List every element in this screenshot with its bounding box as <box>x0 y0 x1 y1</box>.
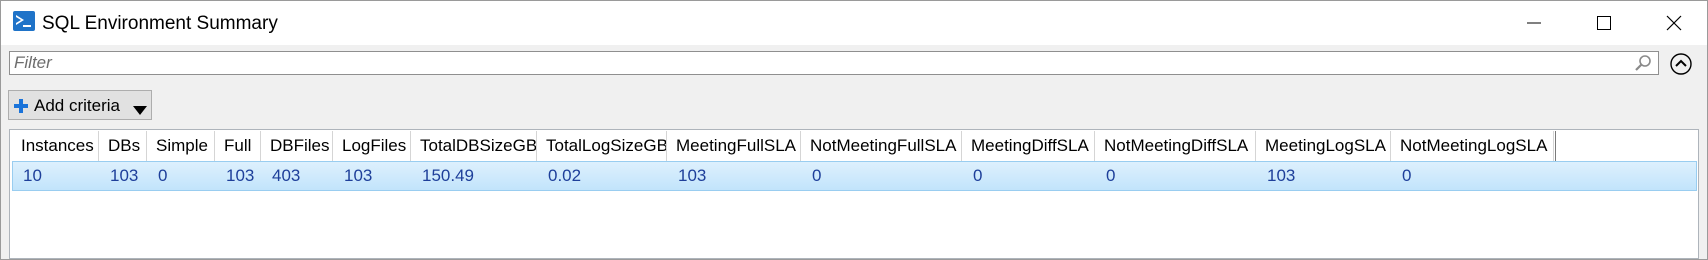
column-header-full[interactable]: Full <box>215 131 261 161</box>
minimize-icon <box>1527 22 1541 24</box>
cell-notmeetingdiffsla: 0 <box>1106 166 1116 185</box>
column-header-notmeetingfullsla[interactable]: NotMeetingFullSLA <box>801 131 962 161</box>
add-criteria-button[interactable]: Add criteria <box>8 90 152 120</box>
minimize-button[interactable] <box>1499 1 1569 45</box>
column-header-meetinglogsla[interactable]: MeetingLogSLA <box>1256 131 1391 161</box>
column-header-dbs[interactable]: DBs <box>99 131 147 161</box>
add-criteria-label: Add criteria <box>34 96 120 115</box>
cell-instances: 10 <box>23 166 42 185</box>
title-bar[interactable]: SQL Environment Summary <box>1 1 1707 45</box>
table-row[interactable]: 10 103 0 103 403 103 150.49 0.02 103 0 0… <box>12 161 1697 191</box>
window: SQL Environment Summary Filter Add crite… <box>0 0 1708 260</box>
column-header-totaldbsizegb[interactable]: TotalDBSizeGB <box>411 131 537 161</box>
column-header-notmeetinglogsla[interactable]: NotMeetingLogSLA <box>1391 131 1554 161</box>
plus-icon <box>14 99 28 118</box>
filter-input[interactable] <box>14 54 1614 72</box>
column-header-simple[interactable]: Simple <box>147 131 215 161</box>
column-header-meetingfullsla[interactable]: MeetingFullSLA <box>667 131 801 161</box>
column-header-instances[interactable]: Instances <box>12 131 99 161</box>
close-button[interactable] <box>1639 1 1708 45</box>
chevron-up-icon <box>1670 53 1692 75</box>
close-icon <box>1666 15 1682 31</box>
cell-full: 103 <box>226 166 255 185</box>
cell-totallogsizegb: 0.02 <box>548 166 582 185</box>
cell-totaldbsizegb: 150.49 <box>422 166 474 185</box>
cell-dbfiles: 403 <box>272 166 301 185</box>
window-title: SQL Environment Summary <box>42 13 278 34</box>
column-header-totallogsizegb[interactable]: TotalLogSizeGB <box>537 131 667 161</box>
cell-notmeetinglogsla: 0 <box>1402 166 1412 185</box>
cell-meetingfullsla: 103 <box>678 166 707 185</box>
cell-meetingdiffsla: 0 <box>973 166 983 185</box>
column-header-notmeetingdiffsla[interactable]: NotMeetingDiffSLA <box>1095 131 1256 161</box>
filter-box <box>9 51 1659 75</box>
cell-notmeetingfullsla: 0 <box>812 166 822 185</box>
caret-down-icon <box>133 102 147 120</box>
column-header-logfiles[interactable]: LogFiles <box>333 131 411 161</box>
cell-simple: 0 <box>158 166 168 185</box>
search-icon[interactable] <box>1634 54 1652 77</box>
cell-dbs: 103 <box>110 166 139 185</box>
maximize-icon <box>1597 16 1611 30</box>
powershell-icon <box>13 11 35 31</box>
maximize-button[interactable] <box>1569 1 1639 45</box>
cell-logfiles: 103 <box>344 166 373 185</box>
data-grid: Instances DBs Simple Full DBFiles LogFil… <box>9 129 1699 259</box>
cell-meetinglogsla: 103 <box>1267 166 1296 185</box>
column-header-meetingdiffsla[interactable]: MeetingDiffSLA <box>962 131 1095 161</box>
collapse-button[interactable] <box>1669 52 1693 76</box>
column-header-dbfiles[interactable]: DBFiles <box>261 131 333 161</box>
header-divider <box>1555 131 1556 161</box>
